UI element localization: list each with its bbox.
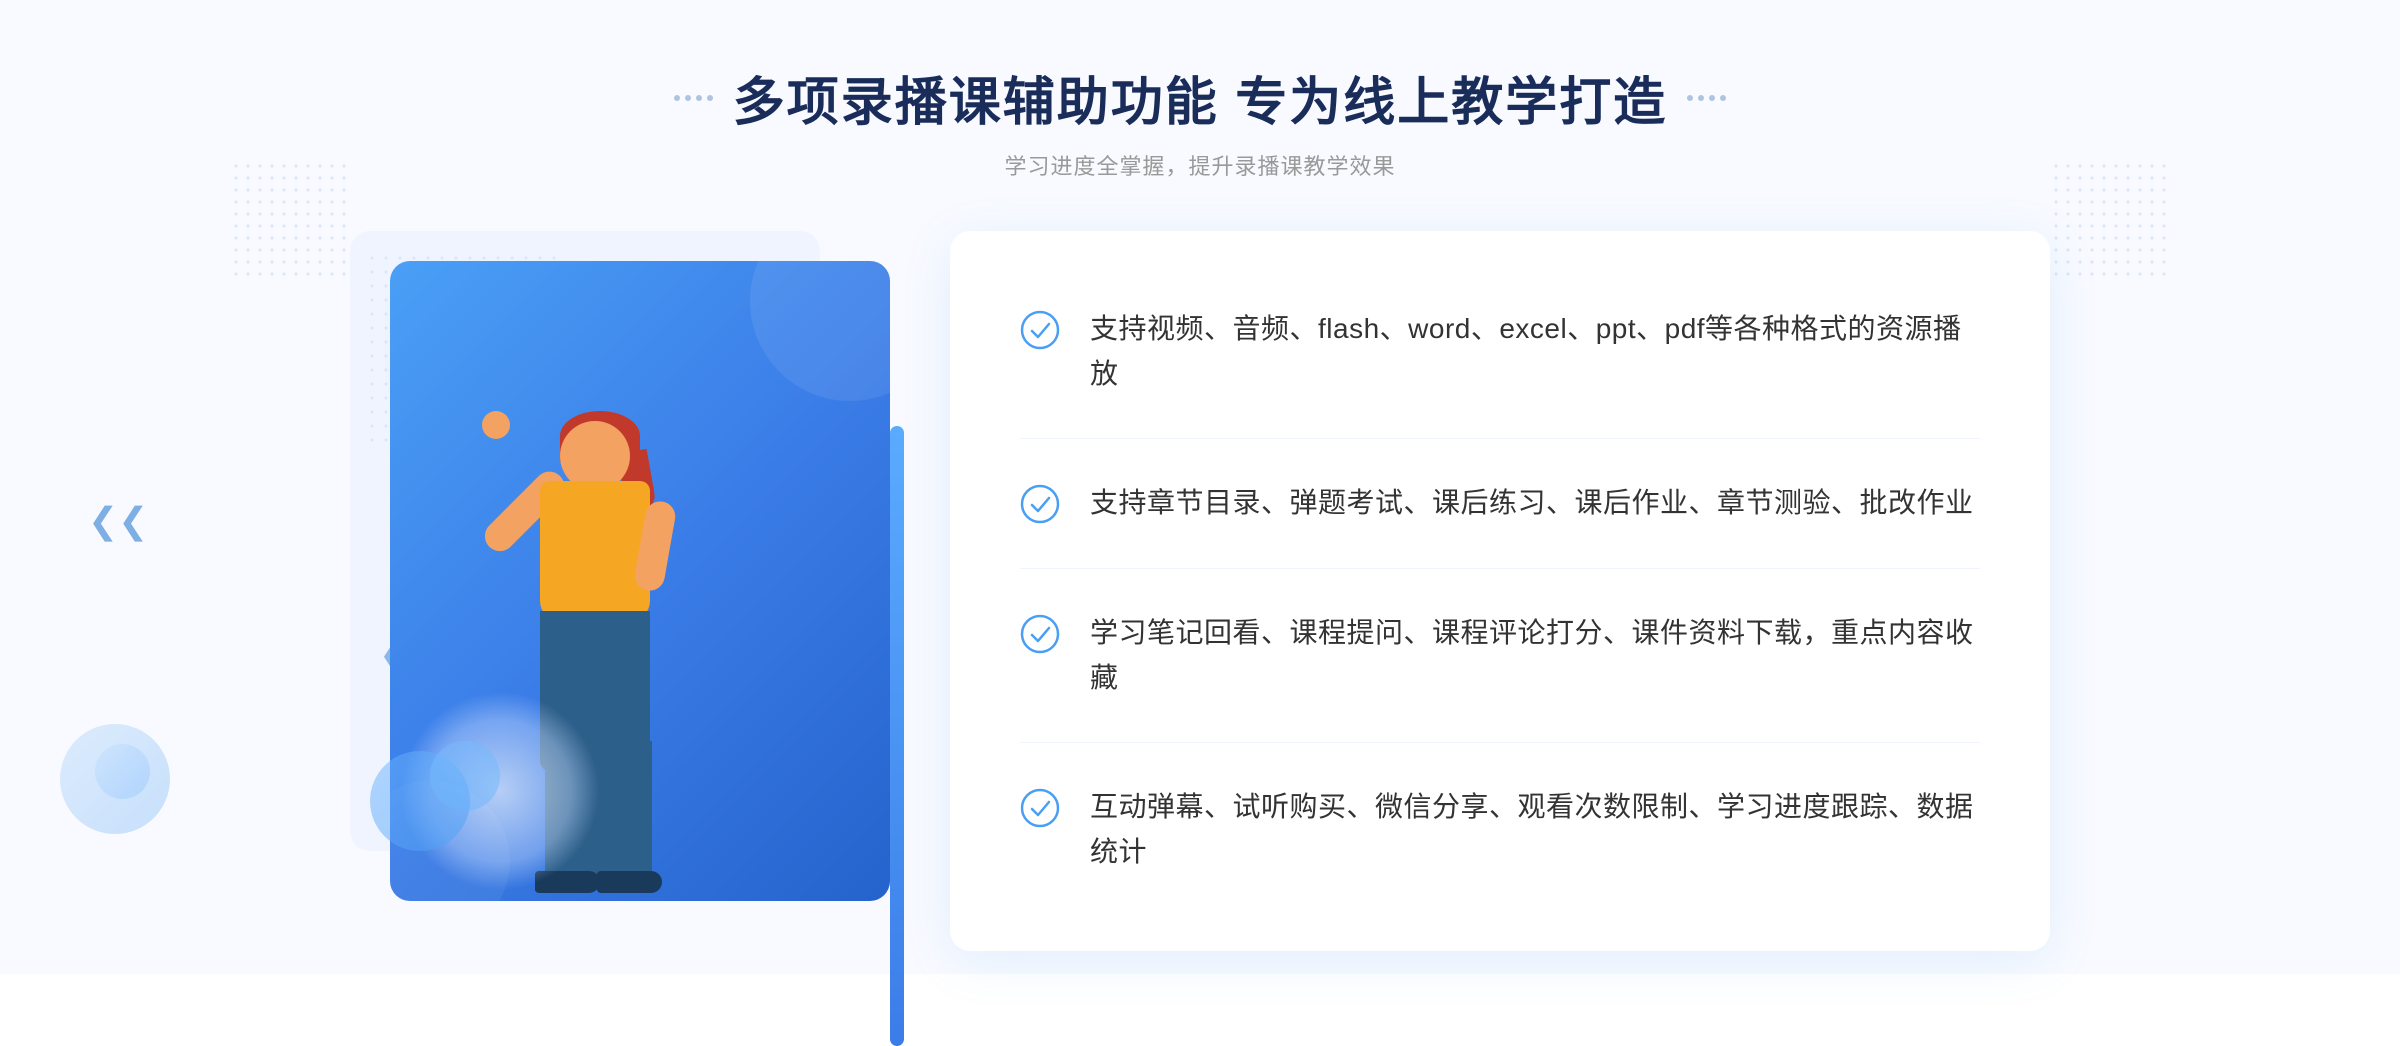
feature-text-2: 支持章节目录、弹题考试、课后练习、课后作业、章节测验、批改作业 <box>1090 481 1974 526</box>
header-section: 多项录播课辅助功能 专为线上教学打造 学习进度全掌握，提升录播课教学效果 <box>674 60 1726 181</box>
feature-item-4: 互动弹幕、试听购买、微信分享、观看次数限制、学习进度跟踪、数据统计 <box>1020 785 1980 875</box>
person-shoe-right <box>597 871 662 893</box>
divider-1 <box>1020 438 1980 439</box>
person-body <box>540 481 650 621</box>
check-icon-4 <box>1020 788 1060 828</box>
check-icon-1 <box>1020 310 1060 350</box>
dot-8 <box>1720 95 1726 101</box>
content-wrapper: ❮❮ <box>350 231 2050 951</box>
dot-3 <box>696 95 702 101</box>
dot-6 <box>1698 95 1704 101</box>
dot-4 <box>707 95 713 101</box>
dot-5 <box>1687 95 1693 101</box>
blue-vertical-bar <box>890 426 904 1046</box>
feature-item-1: 支持视频、音频、flash、word、excel、ppt、pdf等各种格式的资源… <box>1020 307 1980 397</box>
dot-pattern-top-right <box>2050 160 2170 280</box>
dot-1 <box>674 95 680 101</box>
outer-circle-small <box>95 744 150 799</box>
decorator-dots-right <box>1687 95 1726 101</box>
left-chevron-icon: ❮❮ <box>88 500 148 542</box>
feature-text-4: 互动弹幕、试听购买、微信分享、观看次数限制、学习进度跟踪、数据统计 <box>1090 785 1980 875</box>
deco-circle-small <box>430 741 500 811</box>
decorator-dots-left <box>674 95 713 101</box>
divider-2 <box>1020 568 1980 569</box>
header-decorators: 多项录播课辅助功能 专为线上教学打造 <box>674 60 1726 135</box>
check-icon-3 <box>1020 614 1060 654</box>
feature-item-3: 学习笔记回看、课程提问、课程评论打分、课件资料下载，重点内容收藏 <box>1020 611 1980 701</box>
check-icon-2 <box>1020 484 1060 524</box>
divider-3 <box>1020 742 1980 743</box>
person-pants-right <box>597 741 652 881</box>
dot-7 <box>1709 95 1715 101</box>
main-title: 多项录播课辅助功能 专为线上教学打造 <box>733 60 1667 135</box>
dot-pattern-top-left <box>230 160 350 280</box>
feature-text-3: 学习笔记回看、课程提问、课程评论打分、课件资料下载，重点内容收藏 <box>1090 611 1980 701</box>
illustration-area: ❮❮ <box>350 231 930 951</box>
subtitle: 学习进度全掌握，提升录播课教学效果 <box>674 149 1726 181</box>
feature-text-1: 支持视频、音频、flash、word、excel、ppt、pdf等各种格式的资源… <box>1090 307 1980 397</box>
dot-2 <box>685 95 691 101</box>
person-arm-hand <box>482 411 510 439</box>
feature-item-2: 支持章节目录、弹题考试、课后练习、课后作业、章节测验、批改作业 <box>1020 481 1980 526</box>
content-panel: 支持视频、音频、flash、word、excel、ppt、pdf等各种格式的资源… <box>950 231 2050 951</box>
page-container: 多项录播课辅助功能 专为线上教学打造 学习进度全掌握，提升录播课教学效果 <box>0 0 2400 974</box>
